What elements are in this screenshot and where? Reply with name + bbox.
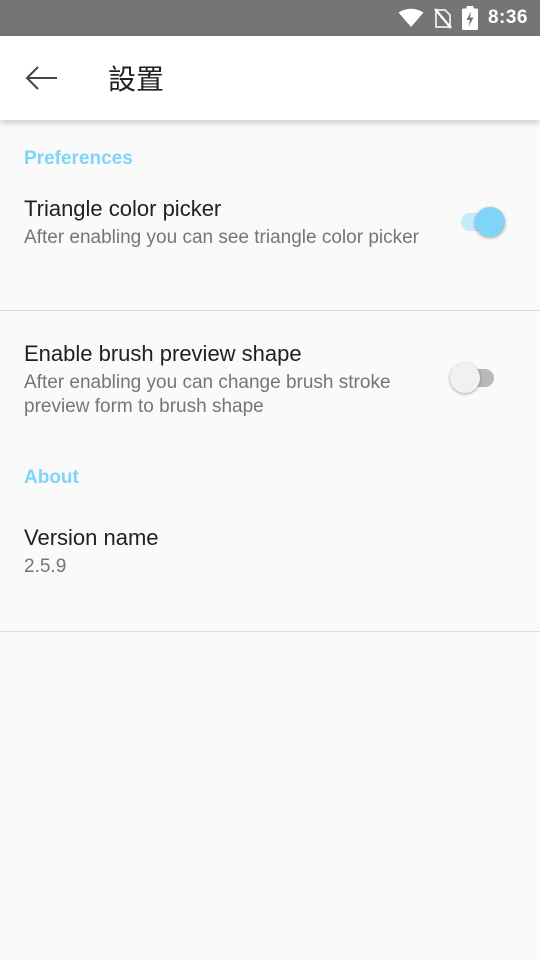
status-time: 8:36 [487,7,528,28]
section-header-about: About [24,467,79,488]
page-title: 設置 [108,63,165,96]
section-header-preferences: Preferences [24,148,133,169]
switch-thumb [475,207,505,237]
app-bar: 設置 [0,36,540,120]
brush-preview-shape-switch[interactable] [450,358,510,398]
pref-summary: 2.5.9 [24,556,67,577]
divider [0,631,540,632]
no-sim-icon [434,8,452,29]
pref-summary: After enabling you can change brush stro… [24,372,391,417]
status-bar: 8:36 [0,0,540,36]
triangle-color-picker-switch[interactable] [455,202,515,242]
pref-triangle-color-picker[interactable]: Triangle color picker After enabling you… [0,196,540,310]
settings-list: Preferences Triangle color picker After … [0,120,540,632]
pref-title: Version name [24,525,159,550]
wifi-icon [398,8,424,27]
pref-title: Enable brush preview shape [24,341,302,366]
battery-charging-icon [461,6,478,30]
pref-brush-preview-shape[interactable]: Enable brush preview shape After enablin… [0,311,540,441]
arrow-left-icon [25,66,57,90]
pref-title: Triangle color picker [24,196,222,221]
back-button[interactable] [0,36,84,120]
pref-summary: After enabling you can see triangle colo… [24,227,420,248]
switch-thumb [450,363,480,393]
pref-version-name[interactable]: Version name 2.5.9 [0,525,540,631]
